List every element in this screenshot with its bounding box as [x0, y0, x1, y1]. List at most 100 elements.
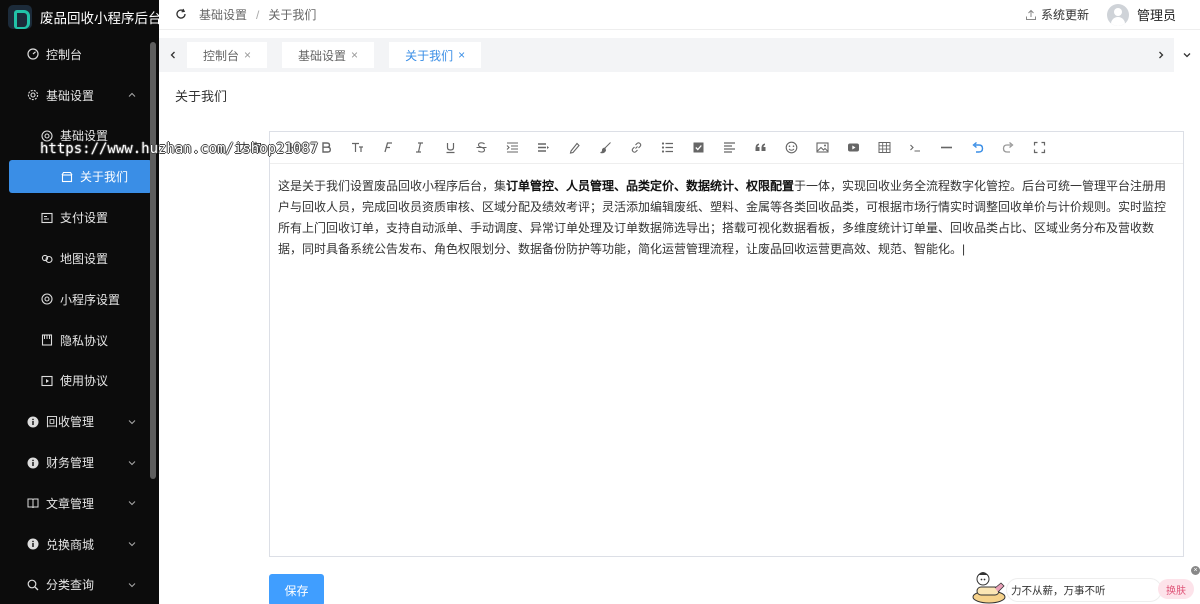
breadcrumb-item[interactable]: 基础设置 — [199, 6, 247, 23]
italic-icon[interactable] — [404, 138, 435, 158]
doc-icon — [40, 333, 54, 347]
close-icon[interactable]: × — [244, 48, 251, 62]
font-size-icon[interactable] — [342, 138, 373, 158]
sidebar-item-terms-of-use[interactable]: 使用协议 — [0, 361, 159, 402]
book-icon — [26, 496, 40, 510]
tabs-scroll-left-icon[interactable] — [159, 38, 187, 72]
indent-icon[interactable] — [497, 138, 528, 158]
image-icon[interactable] — [807, 138, 838, 158]
tab-dashboard[interactable]: 控制台 × — [187, 42, 268, 68]
close-icon[interactable]: × — [458, 48, 465, 62]
tab-about-us[interactable]: 关于我们 × — [389, 42, 482, 68]
play-icon — [40, 374, 54, 388]
circle-target-icon — [40, 129, 54, 143]
sidebar-item-recycle-management[interactable]: 回收管理 — [0, 401, 159, 442]
sidebar-item-label: 支付设置 — [60, 211, 109, 226]
store-icon — [60, 170, 74, 184]
chevron-down-icon — [127, 539, 137, 549]
card-icon — [40, 211, 54, 225]
rich-text-editor[interactable]: 1 这是关于我们设置废品回收小程序后台，集订单管控、人员管理、品类定价、数据统计… — [269, 131, 1184, 557]
tabs-scroll-right-icon[interactable] — [1148, 38, 1174, 72]
link-icon[interactable] — [621, 138, 652, 158]
fullscreen-icon[interactable] — [1024, 138, 1055, 158]
sidebar-item-label: 分类查询 — [46, 578, 95, 593]
sidebar-item-label: 基础设置 — [46, 88, 95, 103]
justify-icon[interactable] — [714, 138, 745, 158]
save-button[interactable]: 保存 — [269, 574, 324, 604]
sidebar-item-label: 控制台 — [46, 47, 83, 62]
tabs-bar: 控制台 × 基础设置 × 关于我们 × — [159, 38, 1200, 72]
tab-basic-settings[interactable]: 基础设置 × — [282, 42, 375, 68]
map-icon — [40, 252, 54, 266]
sidebar-item-category-query[interactable]: 分类查询 — [0, 565, 159, 604]
change-skin-button[interactable]: 换肤 — [1158, 579, 1194, 599]
username[interactable]: 管理员 — [1137, 5, 1176, 24]
search-icon — [26, 578, 40, 592]
editor-text: 这是关于我们设置废品回收小程序后台，集 — [278, 179, 507, 193]
heading-icon[interactable]: 1 — [280, 138, 311, 158]
undo-icon[interactable] — [962, 138, 993, 158]
chevron-down-icon — [127, 580, 137, 590]
font-color-icon[interactable] — [559, 138, 590, 158]
sidebar-item-dashboard[interactable]: 控制台 — [0, 34, 159, 75]
sidebar-scrollbar[interactable] — [150, 42, 156, 479]
system-update-button[interactable]: 系统更新 — [1025, 6, 1089, 23]
chevron-down-icon — [127, 417, 137, 427]
info-icon — [26, 456, 40, 470]
close-icon[interactable]: × — [351, 48, 358, 62]
strikethrough-icon[interactable] — [466, 138, 497, 158]
table-icon[interactable] — [869, 138, 900, 158]
refresh-icon[interactable] — [175, 8, 189, 22]
sidebar-item-miniprogram-settings[interactable]: 小程序设置 — [0, 279, 159, 320]
widget-close-icon[interactable]: × — [1191, 566, 1200, 575]
app-logo — [8, 5, 32, 29]
sidebar-item-label: 文章管理 — [46, 496, 95, 511]
top-header: 基础设置 / 关于我们 系统更新 管理员 — [159, 0, 1200, 30]
floating-widget: 力不从薪，万事不听 换肤 × — [968, 566, 1200, 604]
tabs-menu-chevron-down-icon[interactable] — [1174, 38, 1200, 72]
background-color-icon[interactable] — [590, 138, 621, 158]
widget-message: 力不从薪，万事不听 — [1006, 578, 1162, 602]
sidebar-item-privacy-policy[interactable]: 隐私协议 — [0, 320, 159, 361]
todo-checkbox-icon[interactable] — [683, 138, 714, 158]
video-icon[interactable] — [838, 138, 869, 158]
bulleted-list-icon[interactable] — [652, 138, 683, 158]
sidebar-item-payment-settings[interactable]: 支付设置 — [0, 197, 159, 238]
brand[interactable]: 废品回收小程序后台 — [0, 0, 162, 34]
sidebar-item-exchange-mall[interactable]: 兑换商城 — [0, 524, 159, 565]
mascot-character-icon[interactable] — [968, 566, 1010, 604]
redo-icon[interactable] — [993, 138, 1024, 158]
breadcrumb-separator: / — [256, 7, 260, 22]
tab-label: 控制台 — [203, 48, 240, 63]
quote-icon[interactable] — [745, 138, 776, 158]
upload-icon — [1025, 9, 1036, 20]
code-icon[interactable] — [900, 138, 931, 158]
sidebar-item-label: 回收管理 — [46, 415, 95, 430]
editor-content[interactable]: 这是关于我们设置废品回收小程序后台，集订单管控、人员管理、品类定价、数据统计、权… — [270, 164, 1183, 260]
avatar[interactable] — [1106, 3, 1129, 26]
sidebar-item-label: 隐私协议 — [60, 333, 109, 348]
bold-icon[interactable] — [311, 138, 342, 158]
sidebar-item-map-settings[interactable]: 地图设置 — [0, 238, 159, 279]
line-height-icon[interactable] — [528, 138, 559, 158]
tabs-controls — [1148, 38, 1200, 72]
info-icon — [26, 415, 40, 429]
sidebar: 废品回收小程序后台 控制台 基础设置 基础设置 关于我们 支付设置 地图设置 小… — [0, 0, 162, 604]
gear-icon — [26, 88, 40, 102]
emoji-icon[interactable] — [776, 138, 807, 158]
sidebar-item-basic-settings[interactable]: 基础设置 — [0, 75, 159, 116]
breadcrumb-item-current: 关于我们 — [268, 8, 317, 22]
tab-label: 关于我们 — [405, 48, 454, 63]
info-icon — [26, 537, 40, 551]
sidebar-item-article-management[interactable]: 文章管理 — [0, 483, 159, 524]
chevron-up-icon — [127, 90, 137, 100]
sidebar-item-basic-settings-sub[interactable]: 基础设置 — [0, 116, 159, 157]
underline-icon[interactable] — [435, 138, 466, 158]
sidebar-item-label: 小程序设置 — [60, 292, 121, 307]
circle-target-icon — [40, 292, 54, 306]
horizontal-rule-icon[interactable] — [931, 138, 962, 158]
font-family-icon[interactable] — [373, 138, 404, 158]
svg-text:1: 1 — [298, 148, 301, 154]
sidebar-item-finance-management[interactable]: 财务管理 — [0, 442, 159, 483]
sidebar-item-about-us[interactable]: 关于我们 — [9, 160, 152, 194]
